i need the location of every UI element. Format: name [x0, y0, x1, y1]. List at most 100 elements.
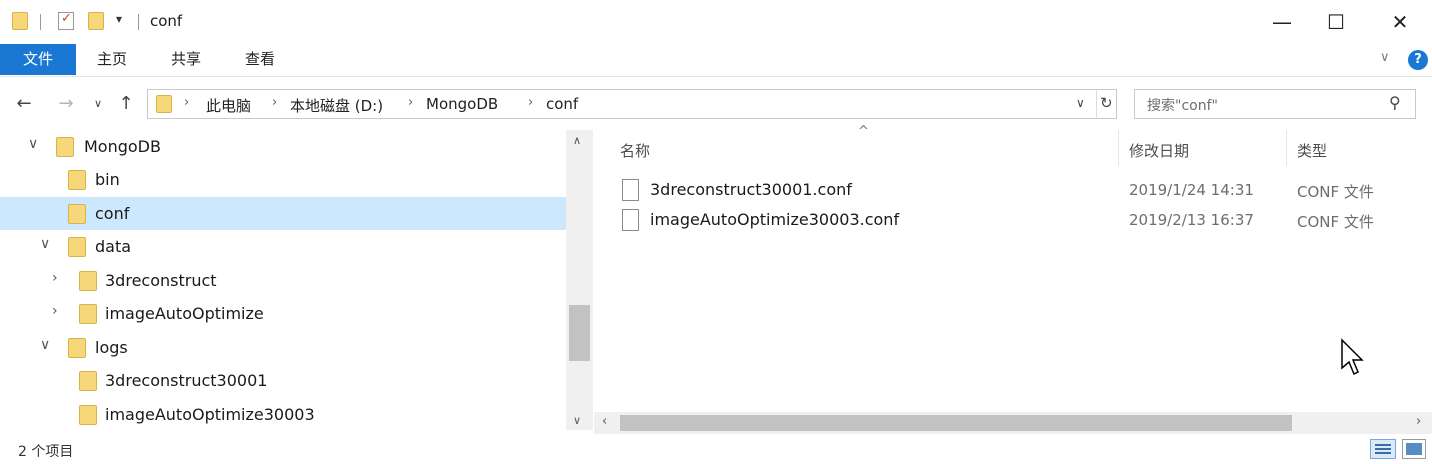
- folder-icon: [12, 12, 28, 30]
- collapse-arrow-icon[interactable]: ∨: [40, 337, 50, 353]
- ribbon-tabs: 文件 主页 共享 查看 ∨ ?: [0, 44, 1432, 77]
- scroll-down-icon[interactable]: ∨: [573, 414, 581, 427]
- column-divider[interactable]: [1286, 130, 1287, 166]
- breadcrumb-separator-icon[interactable]: ›: [528, 95, 533, 110]
- breadcrumb-separator-icon[interactable]: ›: [272, 95, 277, 110]
- tree-item-imageautooptimize[interactable]: › imageAutoOptimize: [0, 297, 566, 330]
- help-icon[interactable]: ?: [1408, 50, 1428, 70]
- breadcrumb-separator-icon[interactable]: ›: [184, 95, 189, 110]
- tab-view[interactable]: 查看: [226, 44, 294, 75]
- tree-item-mongodb[interactable]: ∨ MongoDB: [0, 130, 566, 163]
- tree-item-label: imageAutoOptimize30003: [105, 405, 315, 424]
- list-horizontal-scrollbar[interactable]: ‹ ›: [594, 412, 1432, 434]
- tree-item-conf[interactable]: conf: [0, 197, 566, 230]
- file-list: ^ 名称 修改日期 类型 3dreconstruct30001.conf 201…: [594, 124, 1432, 412]
- collapse-arrow-icon[interactable]: ∨: [40, 236, 50, 252]
- file-date: 2019/1/24 14:31: [1129, 181, 1254, 199]
- tab-file[interactable]: 文件: [0, 44, 76, 75]
- tree-item-data[interactable]: ∨ data: [0, 230, 566, 263]
- address-bar[interactable]: › 此电脑 › 本地磁盘 (D:) › MongoDB › conf ∨ ↻: [147, 89, 1117, 119]
- divider: [1096, 90, 1097, 118]
- breadcrumb-separator-icon[interactable]: ›: [408, 95, 413, 110]
- close-button[interactable]: ✕: [1368, 0, 1432, 44]
- sort-ascending-icon: ^: [858, 124, 869, 139]
- title-bar: ✓ ▾ conf — ☐ ✕: [0, 0, 1432, 44]
- expand-arrow-icon[interactable]: ›: [52, 270, 58, 286]
- tree-item-label: 3dreconstruct30001: [105, 371, 268, 390]
- breadcrumb-mongodb[interactable]: MongoDB: [426, 95, 498, 113]
- tab-share[interactable]: 共享: [152, 44, 220, 75]
- quick-access-dropdown-icon[interactable]: ▾: [116, 12, 122, 26]
- tree-item-label: data: [95, 237, 132, 256]
- column-divider[interactable]: [1118, 130, 1119, 166]
- file-date: 2019/2/13 16:37: [1129, 211, 1254, 229]
- tree-item-logs[interactable]: ∨ logs: [0, 331, 566, 364]
- search-icon[interactable]: ⚲: [1389, 93, 1401, 112]
- forward-button[interactable]: →: [54, 91, 78, 115]
- folder-icon: [68, 338, 86, 358]
- file-icon: [622, 179, 639, 201]
- folder-icon: [68, 204, 86, 224]
- details-view-icon[interactable]: [1370, 439, 1396, 459]
- search-box[interactable]: 搜索"conf" ⚲: [1134, 89, 1416, 119]
- scroll-up-icon[interactable]: ∧: [573, 134, 581, 147]
- up-button[interactable]: ↑: [114, 91, 138, 115]
- maximize-button[interactable]: ☐: [1304, 0, 1368, 44]
- navigation-tree: ∨ MongoDB bin conf ∨ data › 3dreconstruc…: [0, 130, 566, 428]
- tree-item-label: 3dreconstruct: [105, 271, 217, 290]
- properties-icon[interactable]: ✓: [58, 11, 74, 30]
- tree-item-label: conf: [95, 204, 130, 223]
- file-type: CONF 文件: [1297, 213, 1374, 231]
- folder-icon: [79, 304, 97, 324]
- tree-item-3dreconstruct30001[interactable]: 3dreconstruct30001: [0, 364, 566, 397]
- refresh-icon[interactable]: ↻: [1100, 94, 1113, 112]
- folder-icon: [56, 137, 74, 157]
- file-name: imageAutoOptimize30003.conf: [650, 210, 900, 229]
- tree-item-bin[interactable]: bin: [0, 163, 566, 196]
- tree-item-label: logs: [95, 338, 128, 357]
- expand-ribbon-icon[interactable]: ∨: [1380, 50, 1390, 65]
- item-count: 2 个项目: [18, 444, 74, 460]
- status-bar: 2 个项目: [0, 434, 1432, 464]
- large-icons-view-icon[interactable]: [1402, 439, 1426, 459]
- expand-arrow-icon[interactable]: ›: [52, 303, 58, 319]
- column-header-type[interactable]: 类型: [1297, 140, 1327, 161]
- back-button[interactable]: ←: [12, 91, 36, 115]
- search-input[interactable]: 搜索"conf": [1147, 95, 1218, 115]
- tree-item-label: MongoDB: [84, 137, 161, 156]
- tree-item-label: bin: [95, 170, 120, 189]
- file-row[interactable]: 3dreconstruct30001.conf 2019/1/24 14:31 …: [594, 176, 1432, 206]
- scroll-left-icon[interactable]: ‹: [602, 414, 607, 429]
- breadcrumb-conf[interactable]: conf: [546, 95, 578, 113]
- folder-icon: [68, 237, 86, 257]
- scrollbar-thumb[interactable]: [569, 305, 590, 361]
- new-folder-icon[interactable]: [88, 12, 104, 30]
- column-header-name[interactable]: 名称: [620, 140, 650, 161]
- tree-item-imageautooptimize30003[interactable]: imageAutoOptimize30003: [0, 398, 566, 431]
- breadcrumb-this-pc[interactable]: 此电脑: [206, 95, 251, 116]
- file-row[interactable]: imageAutoOptimize30003.conf 2019/2/13 16…: [594, 206, 1432, 236]
- window-title: conf: [150, 12, 183, 30]
- folder-icon: [68, 170, 86, 190]
- collapse-arrow-icon[interactable]: ∨: [28, 136, 38, 152]
- tree-scrollbar[interactable]: ∧ ∨: [566, 130, 593, 430]
- divider: [138, 14, 139, 30]
- recent-locations-icon[interactable]: ∨: [86, 91, 110, 115]
- address-dropdown-icon[interactable]: ∨: [1076, 96, 1085, 110]
- scrollbar-thumb[interactable]: [620, 415, 1292, 431]
- column-header-date[interactable]: 修改日期: [1129, 140, 1189, 161]
- scroll-right-icon[interactable]: ›: [1416, 414, 1421, 429]
- tree-item-3dreconstruct[interactable]: › 3dreconstruct: [0, 264, 566, 297]
- file-icon: [622, 209, 639, 231]
- tab-home[interactable]: 主页: [78, 44, 146, 75]
- navigation-bar: ← → ∨ ↑ › 此电脑 › 本地磁盘 (D:) › MongoDB › co…: [0, 77, 1432, 129]
- file-type: CONF 文件: [1297, 183, 1374, 201]
- folder-icon: [79, 371, 97, 391]
- mouse-cursor-icon: [1341, 338, 1364, 376]
- tree-item-label: imageAutoOptimize: [105, 304, 264, 323]
- breadcrumb-local-disk[interactable]: 本地磁盘 (D:): [290, 95, 383, 116]
- folder-icon: [79, 405, 97, 425]
- folder-icon: [79, 271, 97, 291]
- file-name: 3dreconstruct30001.conf: [650, 180, 852, 199]
- divider: [40, 14, 41, 30]
